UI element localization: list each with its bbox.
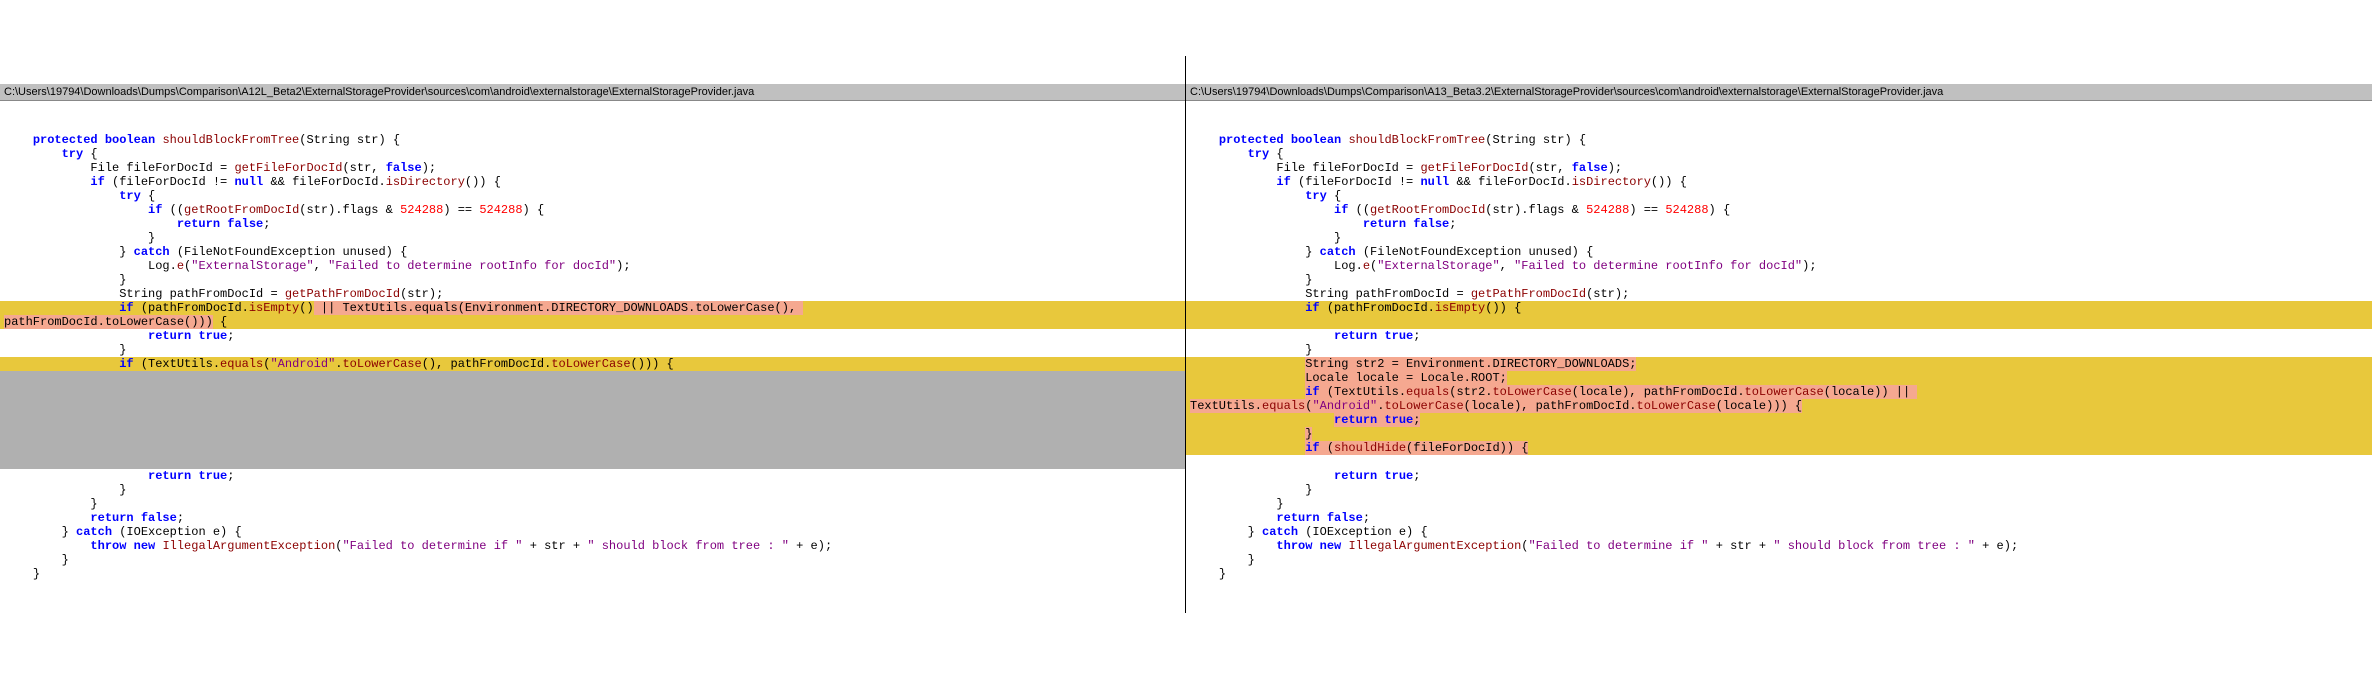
code-line[interactable]: }: [1186, 231, 2372, 245]
code-line[interactable]: protected boolean shouldBlockFromTree(St…: [0, 133, 1185, 147]
code-line[interactable]: try {: [1186, 189, 2372, 203]
code-line[interactable]: return true;: [0, 329, 1185, 343]
code-line[interactable]: [0, 441, 1185, 455]
code-line[interactable]: Log.e("ExternalStorage", "Failed to dete…: [1186, 259, 2372, 273]
code-line[interactable]: }: [1186, 427, 2372, 441]
code-line[interactable]: }: [0, 343, 1185, 357]
code-line[interactable]: try {: [0, 147, 1185, 161]
code-line[interactable]: return true;: [1186, 329, 2372, 343]
code-line[interactable]: if ((getRootFromDocId(str).flags & 52428…: [1186, 203, 2372, 217]
code-line[interactable]: } catch (IOException e) {: [0, 525, 1185, 539]
code-line[interactable]: }: [1186, 567, 2372, 581]
code-line[interactable]: [0, 385, 1185, 399]
right-pane: C:\Users\19794\Downloads\Dumps\Compariso…: [1186, 56, 2372, 613]
code-line[interactable]: return false;: [0, 511, 1185, 525]
code-line[interactable]: } catch (IOException e) {: [1186, 525, 2372, 539]
code-line[interactable]: return false;: [0, 217, 1185, 231]
code-line[interactable]: }: [1186, 483, 2372, 497]
code-line[interactable]: if (pathFromDocId.isEmpty() || TextUtils…: [0, 301, 1185, 315]
code-line[interactable]: try {: [1186, 147, 2372, 161]
diff-container: C:\Users\19794\Downloads\Dumps\Compariso…: [0, 56, 2372, 613]
code-line[interactable]: [0, 427, 1185, 441]
code-line[interactable]: String pathFromDocId = getPathFromDocId(…: [0, 287, 1185, 301]
right-code-area[interactable]: protected boolean shouldBlockFromTree(St…: [1186, 129, 2372, 585]
code-line[interactable]: String pathFromDocId = getPathFromDocId(…: [1186, 287, 2372, 301]
code-line[interactable]: return false;: [1186, 217, 2372, 231]
code-line[interactable]: [1186, 315, 2372, 329]
code-line[interactable]: if (TextUtils.equals("Android".toLowerCa…: [0, 357, 1185, 371]
code-line[interactable]: if (fileForDocId != null && fileForDocId…: [1186, 175, 2372, 189]
code-line[interactable]: Log.e("ExternalStorage", "Failed to dete…: [0, 259, 1185, 273]
code-line[interactable]: }: [1186, 553, 2372, 567]
code-line[interactable]: }: [0, 231, 1185, 245]
code-line[interactable]: } catch (FileNotFoundException unused) {: [0, 245, 1185, 259]
code-line[interactable]: }: [0, 553, 1185, 567]
code-line[interactable]: throw new IllegalArgumentException("Fail…: [1186, 539, 2372, 553]
code-line[interactable]: Locale locale = Locale.ROOT;: [1186, 371, 2372, 385]
code-line[interactable]: }: [0, 273, 1185, 287]
code-line[interactable]: return false;: [1186, 511, 2372, 525]
code-line[interactable]: }: [0, 483, 1185, 497]
code-line[interactable]: return true;: [0, 469, 1185, 483]
code-line[interactable]: if (pathFromDocId.isEmpty()) {: [1186, 301, 2372, 315]
code-line[interactable]: }: [0, 567, 1185, 581]
code-line[interactable]: String str2 = Environment.DIRECTORY_DOWN…: [1186, 357, 2372, 371]
code-line[interactable]: } catch (FileNotFoundException unused) {: [1186, 245, 2372, 259]
code-line[interactable]: if (fileForDocId != null && fileForDocId…: [0, 175, 1185, 189]
code-line[interactable]: [0, 455, 1185, 469]
code-line[interactable]: if ((getRootFromDocId(str).flags & 52428…: [0, 203, 1185, 217]
code-line[interactable]: try {: [0, 189, 1185, 203]
left-code-area[interactable]: protected boolean shouldBlockFromTree(St…: [0, 129, 1185, 585]
code-line[interactable]: }: [1186, 343, 2372, 357]
code-line[interactable]: TextUtils.equals("Android".toLowerCase(l…: [1186, 399, 2372, 413]
code-line[interactable]: throw new IllegalArgumentException("Fail…: [0, 539, 1185, 553]
code-line[interactable]: [0, 371, 1185, 385]
code-line[interactable]: }: [0, 497, 1185, 511]
code-line[interactable]: if (TextUtils.equals(str2.toLowerCase(lo…: [1186, 385, 2372, 399]
left-file-path: C:\Users\19794\Downloads\Dumps\Compariso…: [0, 84, 1185, 101]
code-line[interactable]: return true;: [1186, 469, 2372, 483]
code-line[interactable]: [1186, 455, 2372, 469]
code-line[interactable]: pathFromDocId.toLowerCase())) {: [0, 315, 1185, 329]
code-line[interactable]: if (shouldHide(fileForDocId)) {: [1186, 441, 2372, 455]
code-line[interactable]: File fileForDocId = getFileForDocId(str,…: [1186, 161, 2372, 175]
code-line[interactable]: return true;: [1186, 413, 2372, 427]
left-pane: C:\Users\19794\Downloads\Dumps\Compariso…: [0, 56, 1186, 613]
code-line[interactable]: [0, 413, 1185, 427]
code-line[interactable]: [0, 399, 1185, 413]
code-line[interactable]: }: [1186, 497, 2372, 511]
code-line[interactable]: }: [1186, 273, 2372, 287]
code-line[interactable]: protected boolean shouldBlockFromTree(St…: [1186, 133, 2372, 147]
right-file-path: C:\Users\19794\Downloads\Dumps\Compariso…: [1186, 84, 2372, 101]
code-line[interactable]: File fileForDocId = getFileForDocId(str,…: [0, 161, 1185, 175]
